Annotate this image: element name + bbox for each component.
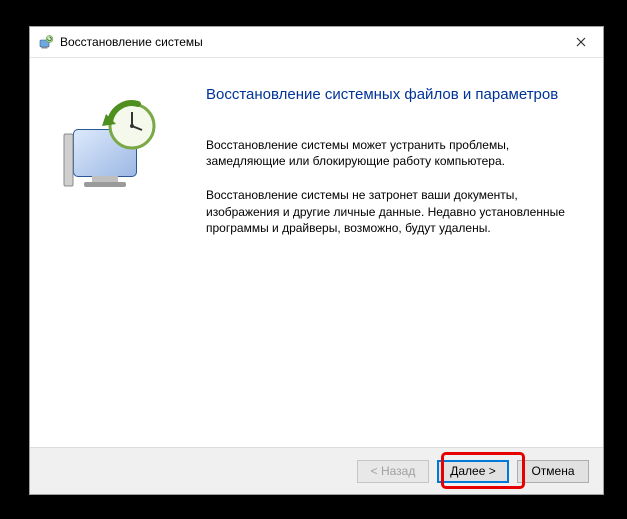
titlebar: Восстановление системы xyxy=(30,27,603,58)
wizard-sidebar xyxy=(30,58,200,447)
page-heading: Восстановление системных файлов и параме… xyxy=(206,86,573,103)
window-title: Восстановление системы xyxy=(60,35,203,49)
close-icon xyxy=(576,37,586,47)
wizard-footer: < Назад Далее > Отмена xyxy=(30,447,603,494)
intro-paragraph-1: Восстановление системы может устранить п… xyxy=(206,137,566,169)
next-button[interactable]: Далее > xyxy=(437,460,509,483)
wizard-body: Восстановление системных файлов и параме… xyxy=(30,58,603,447)
system-restore-wizard: Восстановление системы xyxy=(29,26,604,495)
system-restore-illustration xyxy=(60,96,170,206)
intro-paragraph-2: Восстановление системы не затронет ваши … xyxy=(206,187,566,236)
back-button: < Назад xyxy=(357,460,429,483)
cancel-button[interactable]: Отмена xyxy=(517,460,589,483)
wizard-content: Восстановление системных файлов и параме… xyxy=(200,58,603,447)
restore-icon xyxy=(38,34,54,50)
close-button[interactable] xyxy=(558,27,603,56)
